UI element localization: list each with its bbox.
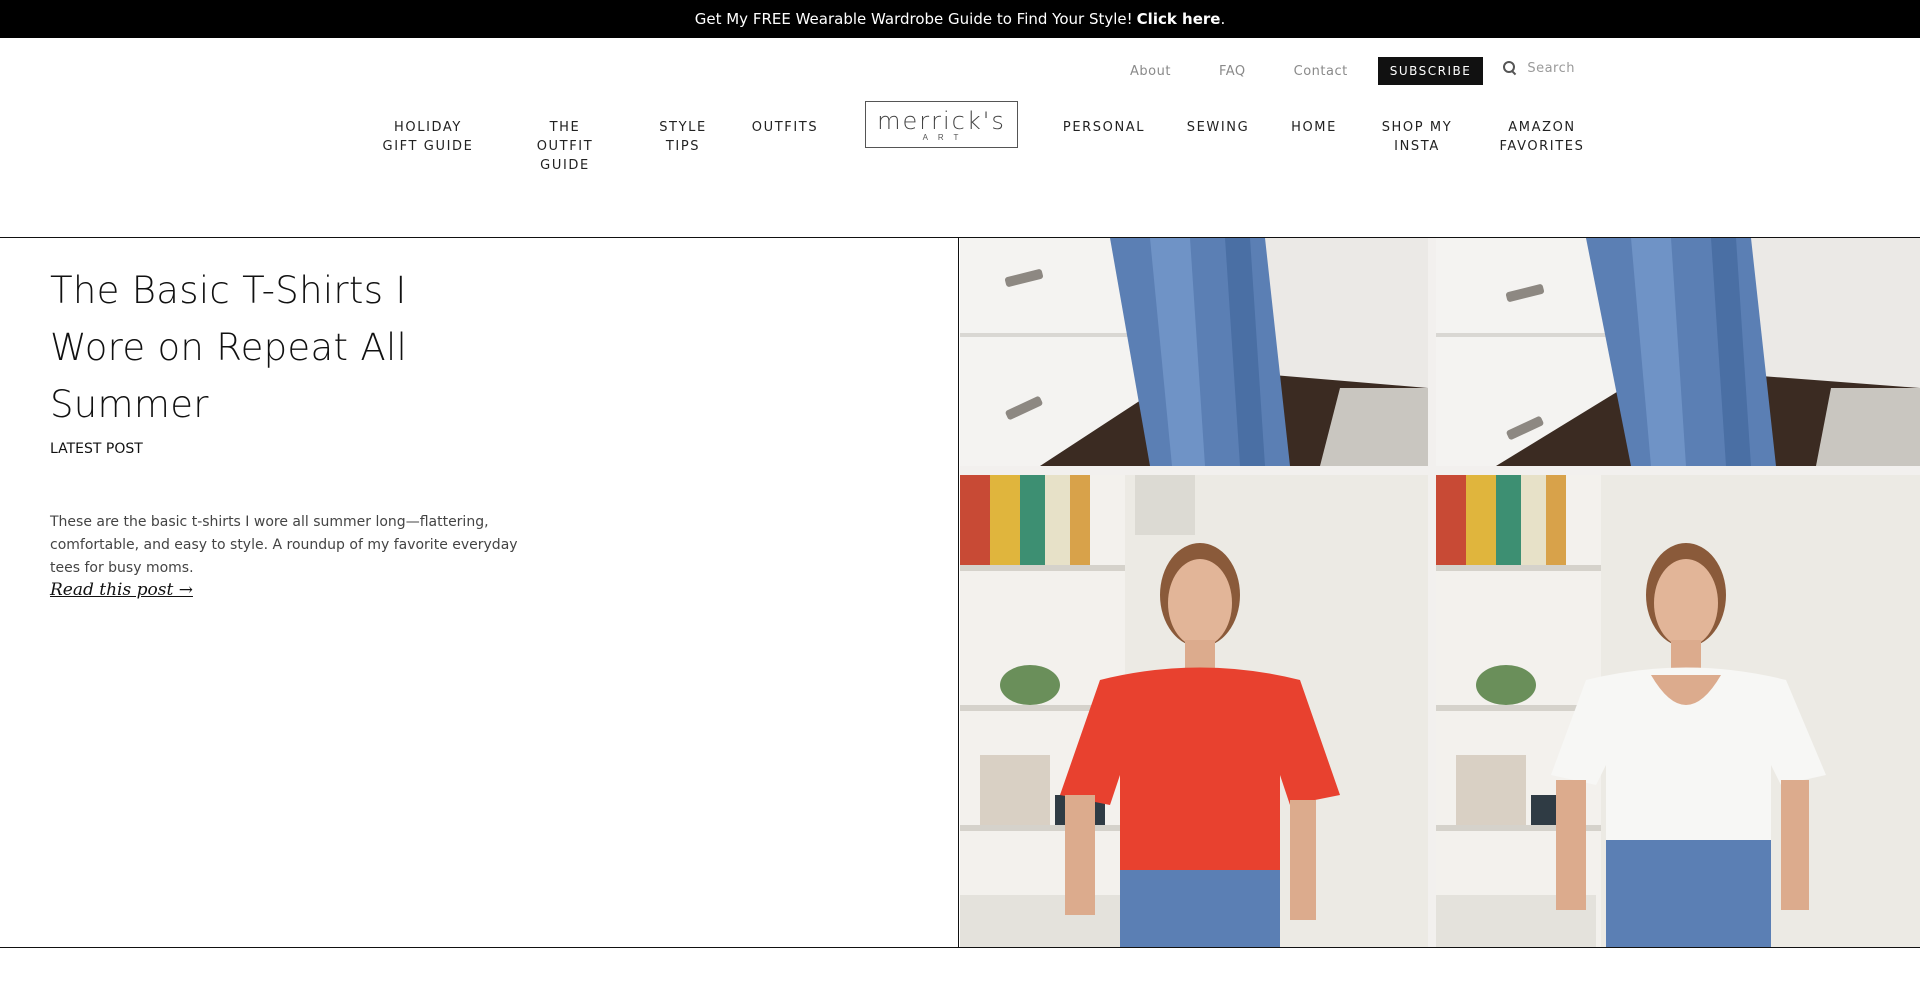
featured-post-image[interactable] bbox=[960, 238, 1920, 947]
post-label: LATEST POST bbox=[50, 441, 143, 457]
photo-red-tshirt bbox=[960, 475, 1428, 947]
post-title[interactable]: The Basic T-Shirts I Wore on Repeat All … bbox=[50, 262, 450, 433]
nav-shop-my-insta[interactable]: SHOP MY INSTA bbox=[1375, 118, 1459, 156]
nav-holiday-gift-guide[interactable]: HOLIDAY GIFT GUIDE bbox=[380, 118, 476, 156]
utility-link-about[interactable]: About bbox=[1130, 64, 1171, 79]
nav-amazon-favorites[interactable]: AMAZON FAVORITES bbox=[1497, 118, 1587, 156]
photo-white-tshirt bbox=[1436, 475, 1920, 947]
search-icon[interactable] bbox=[1503, 61, 1517, 75]
announcement-period: . bbox=[1220, 10, 1226, 28]
featured-post-text-panel: The Basic T-Shirts I Wore on Repeat All … bbox=[0, 238, 959, 947]
read-post-link[interactable]: Read this post → bbox=[50, 580, 193, 600]
nav-outfits[interactable]: OUTFITS bbox=[748, 118, 822, 137]
utility-link-contact[interactable]: Contact bbox=[1294, 64, 1348, 79]
nav-style-tips[interactable]: STYLE TIPS bbox=[651, 118, 715, 156]
announcement-bar: Get My FREE Wearable Wardrobe Guide to F… bbox=[0, 0, 1920, 38]
image-grid-divider-horizontal bbox=[960, 466, 1920, 475]
nav-personal[interactable]: PERSONAL bbox=[1062, 118, 1146, 137]
photo-jeans-left bbox=[960, 238, 1428, 466]
search-input[interactable] bbox=[1527, 60, 1618, 76]
image-grid-divider-vertical bbox=[1428, 238, 1436, 947]
announcement-text: Get My FREE Wearable Wardrobe Guide to F… bbox=[694, 10, 1133, 28]
site-logo[interactable]: merrick's ART bbox=[865, 101, 1018, 148]
photo-jeans-right bbox=[1436, 238, 1920, 466]
logo-wordmark: merrick's bbox=[877, 107, 1006, 135]
nav-home[interactable]: HOME bbox=[1289, 118, 1339, 137]
announcement-cta-link[interactable]: Click here bbox=[1137, 10, 1221, 28]
subscribe-button[interactable]: SUBSCRIBE bbox=[1377, 57, 1484, 85]
utility-link-faq[interactable]: FAQ bbox=[1219, 64, 1246, 79]
post-excerpt: These are the basic t-shirts I wore all … bbox=[50, 514, 518, 576]
featured-post: The Basic T-Shirts I Wore on Repeat All … bbox=[0, 237, 1920, 948]
nav-outfit-guide[interactable]: THE OUTFIT GUIDE bbox=[525, 118, 605, 175]
nav-sewing[interactable]: SEWING bbox=[1183, 118, 1253, 137]
utility-nav: About FAQ Contact SUBSCRIBE bbox=[1130, 56, 1618, 86]
search-box bbox=[1503, 60, 1618, 76]
